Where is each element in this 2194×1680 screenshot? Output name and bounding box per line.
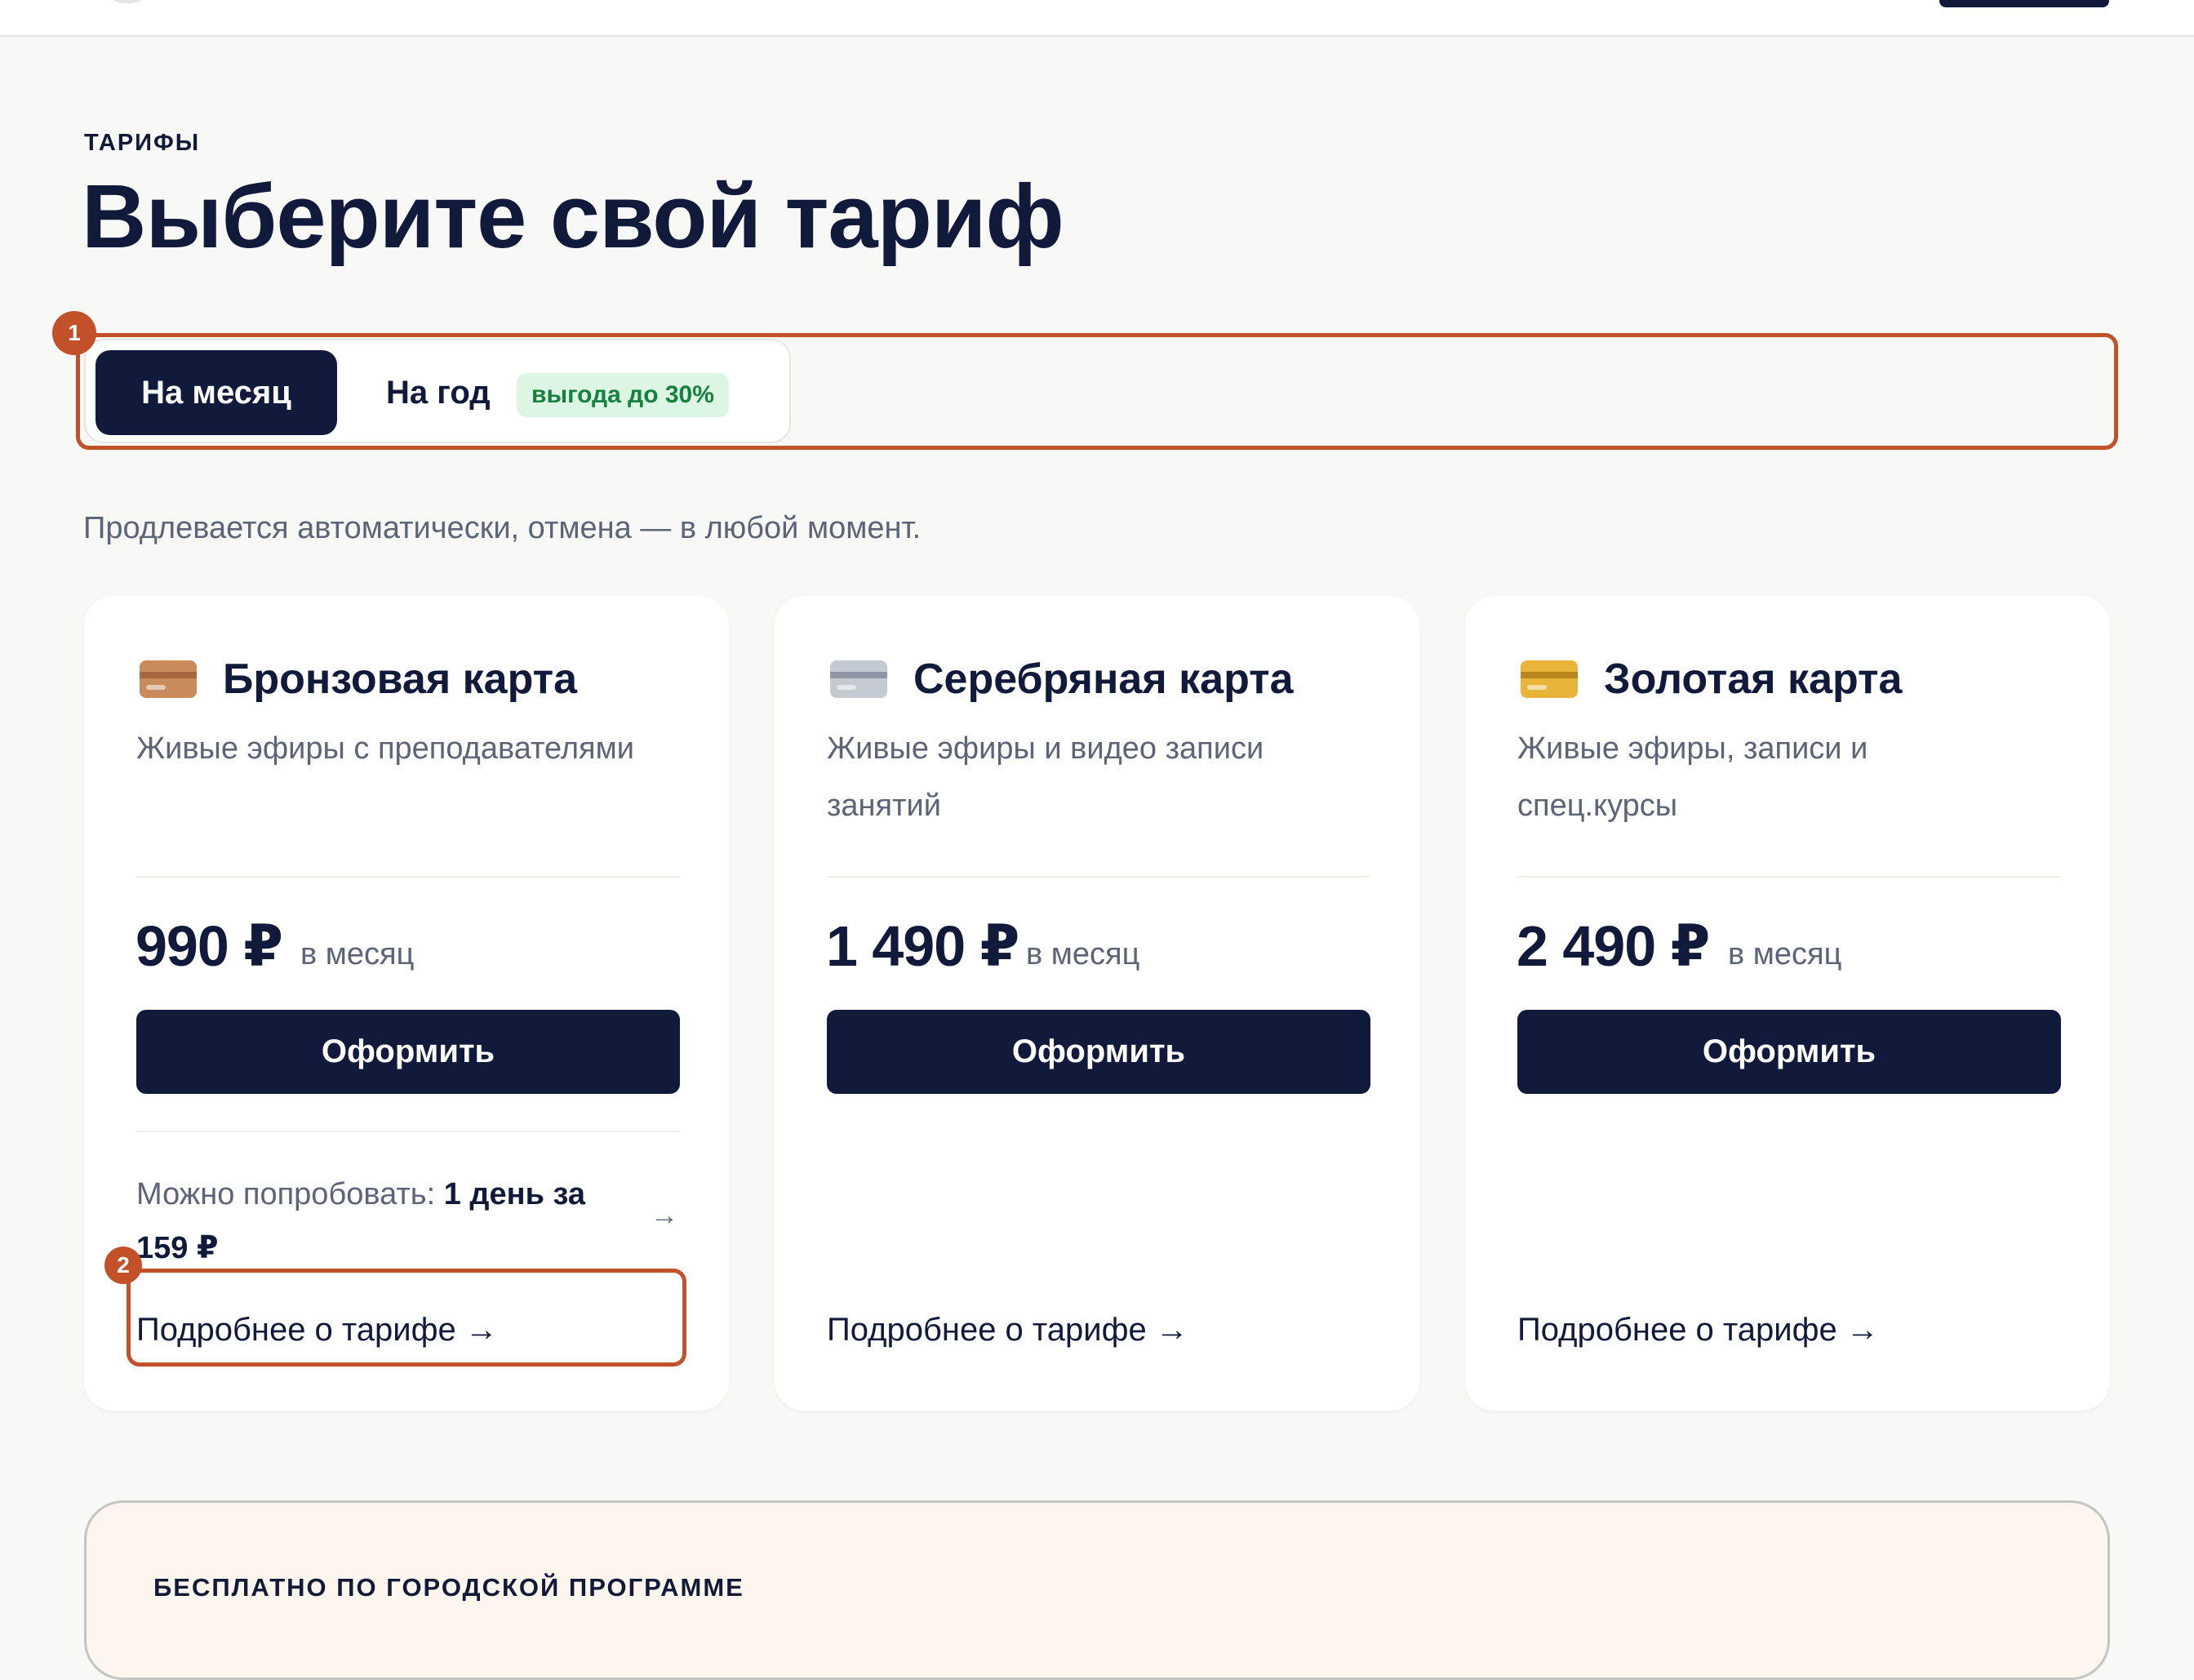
plan-card-gold: Золотая карта Живые эфиры, записи и спец… bbox=[1465, 596, 2110, 1411]
annotation-box-2 bbox=[127, 1269, 686, 1367]
trial-prefix: Можно попробовать: bbox=[136, 1177, 444, 1211]
divider bbox=[136, 1131, 680, 1132]
divider bbox=[1517, 876, 2061, 878]
annotation-box-1 bbox=[76, 333, 2118, 450]
plan-description: Живые эфиры, записи и спец.курсы bbox=[1517, 731, 1868, 823]
price-period: в месяц bbox=[1728, 937, 1842, 971]
plan-price: 1 490 ₽ bbox=[826, 914, 1019, 978]
annotation-badge-2: 2 bbox=[104, 1247, 142, 1284]
free-city-program-banner: БЕСПЛАТНО ПО ГОРОДСКОЙ ПРОГРАММЕ bbox=[84, 1500, 2110, 1680]
auto-renew-note: Продлевается автоматически, отмена — в л… bbox=[83, 511, 922, 545]
bronze-card-icon bbox=[140, 660, 197, 698]
subscribe-button[interactable]: Оформить bbox=[1517, 1010, 2061, 1094]
page-title: Выберите свой тариф bbox=[82, 167, 1064, 267]
plan-details-link[interactable]: Подробнее о тарифе → bbox=[1517, 1312, 1879, 1349]
arrow-right-icon[interactable]: → bbox=[651, 1200, 678, 1232]
plan-name: Бронзовая карта bbox=[223, 656, 578, 703]
subscribe-button[interactable]: Оформить bbox=[136, 1010, 680, 1094]
divider bbox=[136, 876, 680, 878]
logo-icon[interactable] bbox=[104, 0, 150, 3]
plan-description: Живые эфиры и видео записи занятий bbox=[827, 731, 1264, 823]
subscribe-button[interactable]: Оформить bbox=[827, 1010, 1370, 1094]
free-program-label: БЕСПЛАТНО ПО ГОРОДСКОЙ ПРОГРАММЕ bbox=[153, 1573, 744, 1602]
silver-card-icon bbox=[830, 660, 887, 698]
plan-details-link[interactable]: Подробнее о тарифе → bbox=[827, 1312, 1188, 1349]
plan-description: Живые эфиры с преподавателями bbox=[136, 731, 634, 766]
plan-card-silver: Серебряная карта Живые эфиры и видео зап… bbox=[775, 596, 1419, 1411]
plan-price: 2 490 ₽ bbox=[1517, 914, 1710, 978]
gold-card-icon bbox=[1521, 660, 1578, 698]
price-period: в месяц bbox=[1026, 937, 1140, 971]
section-eyebrow: ТАРИФЫ bbox=[84, 130, 201, 156]
annotation-badge-1: 1 bbox=[52, 311, 96, 355]
plan-name: Золотая карта bbox=[1604, 656, 1903, 703]
plan-price: 990 ₽ bbox=[135, 914, 283, 978]
plan-name: Серебряная карта bbox=[913, 656, 1294, 703]
header-action-button[interactable] bbox=[1939, 0, 2109, 7]
trial-offer-link[interactable]: Можно попробовать: 1 день за 159 ₽ bbox=[136, 1167, 634, 1275]
divider bbox=[827, 876, 1370, 878]
price-period: в месяц bbox=[300, 937, 415, 971]
top-navigation-bar bbox=[0, 0, 2194, 37]
